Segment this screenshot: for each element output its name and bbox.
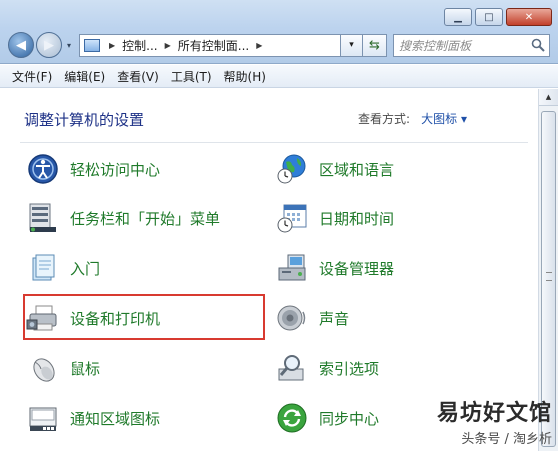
forward-arrow-icon: ▶	[44, 37, 54, 53]
menu-help[interactable]: 帮助(H)	[224, 68, 266, 85]
item-label: 区域和语言	[319, 160, 395, 179]
taskbar-icon	[26, 201, 60, 235]
minimize-icon: ▁	[454, 11, 462, 23]
item-date-time[interactable]: 日期和时间	[275, 199, 394, 237]
page-title: 调整计算机的设置	[24, 111, 145, 129]
ease-of-access-icon	[26, 152, 60, 186]
getting-started-icon	[26, 251, 60, 285]
globe-clock-icon	[275, 152, 309, 186]
address-history-button[interactable]: ▾	[341, 33, 363, 57]
window-controls: ▁ □ ✕	[444, 8, 552, 26]
menu-file[interactable]: 文件(F)	[12, 68, 52, 85]
view-by-label: 查看方式:	[357, 112, 410, 126]
item-notification-icons[interactable]: 通知区域图标	[26, 399, 160, 437]
calendar-clock-icon	[275, 201, 309, 235]
mouse-icon	[26, 351, 60, 385]
item-label: 入门	[70, 259, 101, 278]
speaker-icon	[275, 301, 309, 335]
maximize-icon: □	[484, 11, 494, 23]
item-label: 鼠标	[70, 359, 101, 378]
view-by-dropdown[interactable]: 大图标 ▾	[421, 110, 467, 127]
watermark-title: 易坊好文馆	[436, 401, 552, 426]
maximize-button[interactable]: □	[475, 8, 503, 26]
item-label: 通知区域图标	[70, 409, 161, 428]
breadcrumb-separator-icon[interactable]: ▶	[256, 41, 262, 50]
forward-button[interactable]: ▶	[36, 32, 62, 58]
item-label: 索引选项	[319, 359, 380, 378]
back-arrow-icon: ◀	[16, 37, 26, 53]
breadcrumb-control-panel[interactable]: 控制...	[122, 37, 157, 54]
search-icon[interactable]	[527, 35, 549, 56]
grip-icon	[546, 272, 552, 281]
menu-tools[interactable]: 工具(T)	[171, 68, 212, 85]
divider	[20, 142, 528, 143]
back-button[interactable]: ◀	[8, 32, 34, 58]
watermark-subtitle: 头条号 / 淘乡析	[461, 432, 552, 447]
breadcrumb-separator-icon[interactable]: ▶	[165, 41, 171, 50]
item-label: 声音	[319, 309, 350, 328]
chevron-down-icon: ▾	[66, 40, 71, 50]
item-label: 设备管理器	[319, 259, 395, 278]
item-sound[interactable]: 声音	[275, 299, 349, 337]
item-label: 轻松访问中心	[70, 160, 161, 179]
title-bar: ▁ □ ✕ ◀ ▶ ▾ ▶ 控制... ▶ 所有控制面... ▶ ▾ ⇆ 搜索控…	[0, 0, 558, 64]
item-sync-center[interactable]: 同步中心	[275, 399, 379, 437]
item-device-manager[interactable]: 设备管理器	[275, 249, 394, 287]
recent-pages-dropdown[interactable]: ▾	[63, 41, 75, 50]
breadcrumb-separator-icon: ▶	[109, 40, 116, 50]
chevron-down-icon: ▾	[349, 40, 354, 50]
scroll-up-icon[interactable]: ▲	[539, 89, 558, 106]
item-label: 任务栏和「开始」菜单	[70, 209, 221, 228]
menu-view[interactable]: 查看(V)	[117, 68, 159, 85]
item-indexing-options[interactable]: 索引选项	[275, 349, 379, 387]
refresh-icon: ⇆	[369, 37, 380, 53]
item-ease-of-access[interactable]: 轻松访问中心	[26, 150, 160, 188]
highlight-annotation	[23, 294, 265, 340]
item-taskbar-start-menu[interactable]: 任务栏和「开始」菜单	[26, 199, 220, 237]
breadcrumb-all-items[interactable]: 所有控制面...	[178, 37, 249, 54]
control-panel-icon	[84, 38, 100, 52]
sync-icon	[275, 401, 309, 435]
refresh-button[interactable]: ⇆	[363, 33, 387, 57]
indexing-icon	[275, 351, 309, 385]
search-placeholder: 搜索控制面板	[399, 38, 472, 53]
close-button[interactable]: ✕	[506, 8, 552, 26]
menu-edit[interactable]: 编辑(E)	[64, 68, 105, 85]
item-label: 同步中心	[319, 409, 380, 428]
address-bar[interactable]: ▶ 控制... ▶ 所有控制面... ▶	[79, 33, 341, 57]
close-icon: ✕	[524, 11, 534, 23]
device-manager-icon	[275, 251, 309, 285]
item-mouse[interactable]: 鼠标	[26, 349, 100, 387]
notification-area-icon	[26, 401, 60, 435]
navigation-bar: ◀ ▶ ▾ ▶ 控制... ▶ 所有控制面... ▶ ▾ ⇆ 搜索控制面板	[8, 31, 550, 59]
item-getting-started[interactable]: 入门	[26, 249, 100, 287]
search-input[interactable]: 搜索控制面板	[393, 33, 550, 57]
menu-bar: 文件(F) 编辑(E) 查看(V) 工具(T) 帮助(H)	[0, 65, 558, 88]
watermark: 易坊好文馆 头条号 / 淘乡析	[437, 395, 552, 447]
item-region-language[interactable]: 区域和语言	[275, 150, 394, 188]
minimize-button[interactable]: ▁	[444, 8, 472, 26]
item-label: 日期和时间	[319, 209, 395, 228]
